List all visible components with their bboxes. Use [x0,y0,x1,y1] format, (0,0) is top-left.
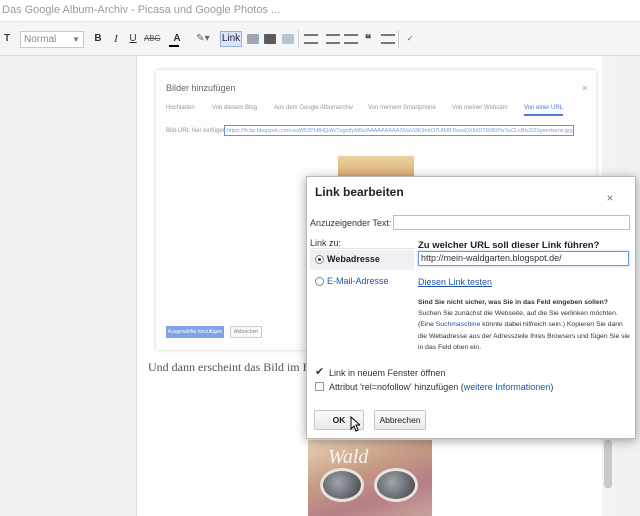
nofollow-text: Attribut 'rel=nofollow' hinzufügen ( [329,382,464,392]
link-to-label: Link zu: [310,238,342,248]
editor-paragraph[interactable]: Und dann erscheint das Bild im Blog [148,360,326,375]
format-select-value: Normal [24,34,57,45]
image-url-input[interactable]: https://lh.bp.blogspot.com/-esW52Ph8HQ/A… [224,125,574,136]
close-icon[interactable]: × [604,192,616,204]
tab-albumarchiv[interactable]: Aus dem Google Albumarchiv [274,105,353,111]
tab-von-diesem-blog[interactable]: Von diesem Blog [212,105,257,111]
strikethrough-button[interactable]: ABC [144,31,160,47]
option-webadresse[interactable]: Webadresse [310,250,414,270]
new-window-checkbox[interactable]: ✔ [315,367,325,378]
spellcheck-icon[interactable]: ✓ [403,31,417,47]
font-icon[interactable]: T [0,31,14,47]
add-images-title: Bilder hinzufügen [166,83,236,93]
nofollow-label: Attribut 'rel=nofollow' hinzufügen (weit… [329,382,553,392]
inserted-photo[interactable]: Wald [308,440,432,516]
italic-button[interactable]: I [110,31,122,47]
cancel-button[interactable]: Abbrechen [374,410,426,430]
window-title: Das Google Album-Archiv - Picasa und Goo… [0,0,640,22]
sunglasses-lens-right [374,468,418,502]
nofollow-suffix: ) [550,382,554,392]
sunglasses-lens-left [320,468,364,502]
tab-smartphone[interactable]: Von meinem Smartphone [368,105,436,111]
align-icon[interactable] [304,34,318,44]
image-url-label: Bild-URL hier einfügen: [166,128,228,134]
jump-break-icon[interactable] [282,34,294,44]
text-color-button[interactable]: A [166,31,188,47]
nofollow-checkbox[interactable] [315,382,324,391]
format-select[interactable]: Normal ▼ [20,31,84,48]
underline-button[interactable]: U [127,31,139,47]
image-preview [338,156,414,176]
video-icon[interactable] [264,34,276,44]
option-email[interactable]: E-Mail-Adresse [310,272,414,292]
scrollbar-thumb[interactable] [604,440,612,488]
radio-button[interactable] [315,255,324,264]
display-text-label: Anzuzeigender Text: [310,218,392,228]
text-color-label: A [173,33,181,44]
editor-toolbar: T Normal ▼ B I U ABC A ✎▾ Link ❝ ✓ [0,22,640,56]
text-color-swatch [169,45,179,47]
search-engine-link[interactable]: Suchmaschine [436,321,481,328]
bold-button[interactable]: B [92,31,104,47]
more-info-link[interactable]: weitere Informationen [464,382,551,392]
toolbar-separator [298,30,299,48]
help-bold: Sind Sie nicht sicher, was Sie in das Fe… [418,299,608,306]
quote-icon[interactable]: ❝ [362,31,374,47]
mouse-cursor-icon [350,416,360,432]
close-icon[interactable]: × [582,83,587,93]
add-selected-button[interactable]: Ausgewählte hinzufügen [166,326,224,338]
chevron-down-icon: ▼ [72,35,80,44]
display-text-input[interactable] [393,215,630,230]
new-window-label: Link in neuem Fenster öffnen [329,368,446,378]
link-button[interactable]: Link [220,31,242,47]
bg-cancel-button[interactable]: Abbrechen [230,326,262,338]
clear-format-icon[interactable] [381,34,395,44]
url-question: Zu welcher URL soll dieser Link führen? [418,240,600,251]
screen: Das Google Album-Archiv - Picasa und Goo… [0,0,640,516]
tab-von-einer-url[interactable]: Von einer URL [524,105,564,116]
tab-webcam[interactable]: Von meiner Webcam [452,105,508,111]
bullet-list-icon[interactable] [344,34,358,44]
option-label: E-Mail-Adresse [327,276,389,286]
numbered-list-icon[interactable] [326,34,340,44]
option-label: Webadresse [327,254,380,264]
radio-button[interactable] [315,277,324,286]
test-link[interactable]: Diesen Link testen [418,277,492,287]
toolbar-separator [398,30,399,48]
url-input[interactable]: http://mein-waldgarten.blogspot.de/ [418,251,629,266]
photo-overlay-text: Wald [328,446,369,468]
help-text: Sind Sie nicht sicher, was Sie in das Fe… [418,297,630,353]
highlight-icon[interactable]: ✎▾ [192,31,214,47]
image-icon[interactable] [247,34,259,44]
tab-hochladen[interactable]: Hochladen [166,105,195,111]
dialog-title: Link bearbeiten [315,185,404,199]
